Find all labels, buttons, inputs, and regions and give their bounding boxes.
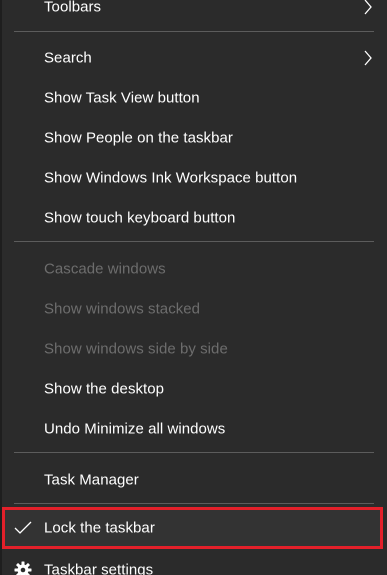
menu-separator <box>14 452 374 453</box>
menu-item-show-ink-workspace-label: Show Windows Ink Workspace button <box>44 169 298 187</box>
menu-item-undo-minimize[interactable]: Undo Minimize all windows <box>0 411 387 447</box>
menu-item-taskbar-settings[interactable]: Taskbar settings <box>0 552 387 575</box>
menu-item-show-people-label: Show People on the taskbar <box>44 129 233 147</box>
menu-item-show-windows-side-by-side-label: Show windows side by side <box>44 340 228 358</box>
menu-separator <box>14 503 374 504</box>
menu-item-show-windows-side-by-side: Show windows side by side <box>0 331 387 367</box>
menu-separator <box>14 241 374 242</box>
menu-item-lock-taskbar[interactable]: Lock the taskbar <box>0 510 387 546</box>
taskbar-context-menu: Toolbars Search Show Task View button Sh… <box>0 0 387 575</box>
menu-item-toolbars[interactable]: Toolbars <box>0 0 387 25</box>
menu-item-search[interactable]: Search <box>0 40 387 76</box>
menu-item-show-ink-workspace[interactable]: Show Windows Ink Workspace button <box>0 160 387 196</box>
menu-item-lock-taskbar-label: Lock the taskbar <box>44 519 155 537</box>
menu-item-taskbar-settings-label: Taskbar settings <box>44 561 154 575</box>
menu-item-show-task-view-label: Show Task View button <box>44 89 200 107</box>
menu-item-task-manager-label: Task Manager <box>44 471 139 489</box>
chevron-right-icon <box>364 0 372 15</box>
menu-item-task-manager[interactable]: Task Manager <box>0 462 387 498</box>
menu-item-show-touch-keyboard-label: Show touch keyboard button <box>44 209 236 227</box>
gear-icon <box>14 561 32 575</box>
menu-item-show-windows-stacked: Show windows stacked <box>0 291 387 327</box>
menu-item-cascade-windows-label: Cascade windows <box>44 260 166 278</box>
menu-item-show-people[interactable]: Show People on the taskbar <box>0 120 387 156</box>
checkmark-icon <box>14 521 32 534</box>
chevron-right-icon <box>364 50 372 66</box>
menu-separator <box>14 31 374 32</box>
menu-item-show-desktop-label: Show the desktop <box>44 380 165 398</box>
menu-item-cascade-windows: Cascade windows <box>0 251 387 287</box>
menu-item-show-task-view[interactable]: Show Task View button <box>0 80 387 116</box>
menu-item-show-touch-keyboard[interactable]: Show touch keyboard button <box>0 200 387 236</box>
menu-item-toolbars-label: Toolbars <box>44 0 102 16</box>
menu-item-show-desktop[interactable]: Show the desktop <box>0 371 387 407</box>
menu-item-search-label: Search <box>44 49 92 67</box>
menu-item-show-windows-stacked-label: Show windows stacked <box>44 300 201 318</box>
menu-item-undo-minimize-label: Undo Minimize all windows <box>44 420 226 438</box>
